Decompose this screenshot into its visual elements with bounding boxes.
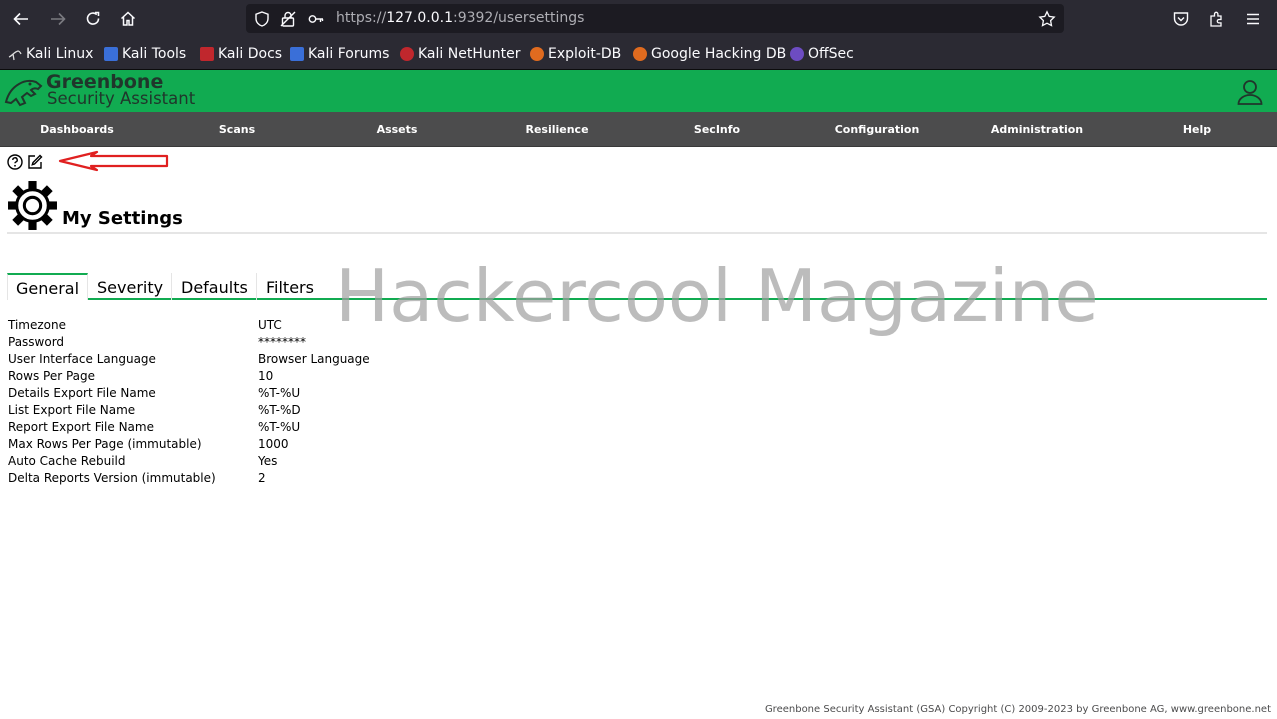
url-text[interactable]: https://127.0.0.1:9392/usersettings — [336, 10, 584, 26]
setting-value-timezone: UTC — [258, 318, 282, 332]
key-icon[interactable] — [307, 10, 325, 28]
bookmark-label: Exploit-DB — [548, 46, 622, 62]
reload-icon[interactable] — [81, 7, 105, 31]
exploit-db-icon — [530, 47, 544, 61]
menu-configuration[interactable]: Configuration — [835, 123, 920, 136]
bookmark-kali-docs[interactable]: Kali Docs — [200, 45, 282, 63]
menu-help[interactable]: Help — [1183, 123, 1211, 136]
tab-general[interactable]: General — [7, 273, 89, 300]
bookmark-label: Kali Tools — [122, 46, 187, 62]
bookmark-google-hacking-db[interactable]: Google Hacking DB — [633, 45, 786, 63]
menu-assets[interactable]: Assets — [377, 123, 418, 136]
menu-scans[interactable]: Scans — [219, 123, 255, 136]
title-divider — [7, 232, 1267, 234]
tab-severity[interactable]: Severity — [89, 273, 173, 300]
url-path: :9392/usersettings — [452, 10, 585, 26]
setting-label-details-export: Details Export File Name — [8, 386, 156, 400]
bookmark-offsec[interactable]: OffSec — [790, 45, 854, 63]
bookmark-label: Kali NetHunter — [418, 46, 521, 62]
menu-resilience[interactable]: Resilience — [525, 123, 588, 136]
setting-label-timezone: Timezone — [8, 318, 66, 332]
kali-tools-icon — [104, 47, 118, 61]
setting-value-list-export: %T-%D — [258, 403, 301, 417]
user-menu-icon[interactable] — [1236, 78, 1264, 106]
footer-copyright: Greenbone Security Assistant (GSA) Copyr… — [764, 704, 1271, 715]
pocket-icon[interactable] — [1169, 7, 1193, 31]
menu-administration[interactable]: Administration — [991, 123, 1083, 136]
extensions-icon[interactable] — [1205, 7, 1229, 31]
setting-label-list-export: List Export File Name — [8, 403, 136, 417]
home-icon[interactable] — [116, 7, 140, 31]
bookmark-label: Kali Forums — [308, 46, 390, 62]
bookmark-kali-nethunter[interactable]: Kali NetHunter — [400, 45, 520, 63]
edit-icon[interactable] — [27, 154, 43, 170]
setting-label-auto-cache: Auto Cache Rebuild — [8, 454, 126, 468]
kali-nethunter-icon — [400, 47, 414, 61]
help-icon[interactable] — [7, 154, 23, 170]
kali-docs-icon — [200, 47, 214, 61]
setting-label-rows-per-page: Rows Per Page — [8, 369, 96, 383]
kali-forums-icon — [290, 47, 304, 61]
menu-secinfo[interactable]: SecInfo — [694, 123, 740, 136]
setting-label-password: Password — [8, 335, 65, 349]
shield-icon[interactable] — [253, 10, 271, 28]
setting-label-delta-reports: Delta Reports Version (immutable) — [8, 471, 216, 485]
setting-value-details-export: %T-%U — [258, 386, 301, 400]
watermark: Hackercool Magazine — [335, 254, 1099, 338]
google-hacking-db-icon — [633, 47, 647, 61]
setting-value-max-rows: 1000 — [258, 437, 289, 451]
url-scheme: https:// — [336, 10, 387, 26]
forward-arrow-icon[interactable] — [46, 7, 70, 31]
back-arrow-icon[interactable] — [9, 7, 33, 31]
setting-value-delta-reports: 2 — [258, 471, 266, 485]
setting-label-ui-language: User Interface Language — [8, 352, 156, 366]
url-bar[interactable]: https://127.0.0.1:9392/usersettings — [246, 4, 1064, 33]
tab-filters[interactable]: Filters — [258, 273, 322, 300]
red-arrow-annotation — [58, 150, 169, 172]
bookmark-kali-linux[interactable]: Kali Linux — [8, 45, 93, 63]
logo-line2: Security Assistant — [47, 89, 196, 108]
bookmarks-bar: Kali Linux Kali Tools Kali Docs Kali For… — [0, 37, 1277, 70]
setting-value-report-export: %T-%U — [258, 420, 301, 434]
bookmark-star-icon[interactable] — [1038, 10, 1056, 28]
setting-value-rows-per-page: 10 — [258, 369, 274, 383]
insecure-lock-icon[interactable] — [279, 10, 297, 28]
setting-value-password: ******** — [258, 335, 306, 349]
bookmark-kali-forums[interactable]: Kali Forums — [290, 45, 389, 63]
page-title: My Settings — [62, 208, 183, 229]
setting-value-ui-language: Browser Language — [258, 352, 370, 366]
bookmark-label: Google Hacking DB — [651, 46, 787, 62]
bookmark-label: Kali Docs — [218, 46, 283, 62]
main-menu: Dashboards Scans Assets Resilience SecIn… — [0, 112, 1277, 147]
browser-toolbar: https://127.0.0.1:9392/usersettings — [0, 0, 1277, 37]
setting-value-auto-cache: Yes — [258, 454, 278, 468]
menu-dashboards[interactable]: Dashboards — [40, 123, 114, 136]
url-host: 127.0.0.1 — [386, 10, 453, 26]
kali-dragon-icon — [8, 47, 22, 61]
setting-label-report-export: Report Export File Name — [8, 420, 154, 434]
hamburger-menu-icon[interactable] — [1241, 7, 1265, 31]
bookmark-exploit-db[interactable]: Exploit-DB — [530, 45, 621, 63]
tab-defaults[interactable]: Defaults — [173, 273, 257, 300]
bookmark-kali-tools[interactable]: Kali Tools — [104, 45, 186, 63]
bookmark-label: OffSec — [808, 46, 854, 62]
offsec-icon — [790, 47, 804, 61]
greenbone-dino-logo-icon[interactable] — [2, 72, 44, 110]
setting-label-max-rows: Max Rows Per Page (immutable) — [8, 437, 202, 451]
settings-gear-icon — [8, 181, 57, 230]
bookmark-label: Kali Linux — [26, 46, 94, 62]
